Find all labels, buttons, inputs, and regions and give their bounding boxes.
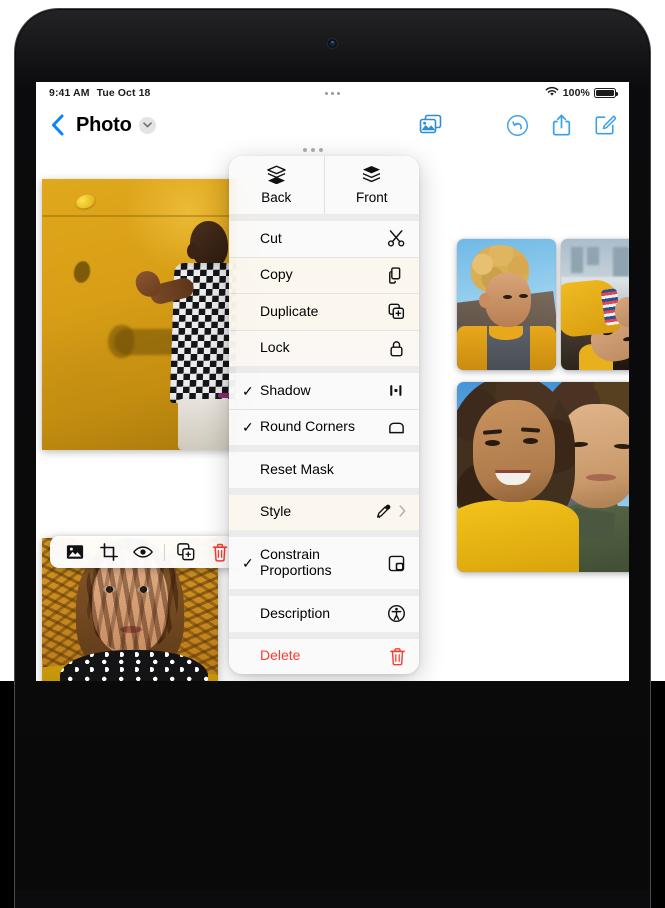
menu-group-divider [229, 530, 419, 537]
menu-group-divider [229, 487, 419, 495]
device-screen: 9:41 AM Tue Oct 18 100% Photo Back Front… [36, 82, 629, 681]
scissors-icon [387, 229, 406, 248]
menu-item-check: ✓ [242, 419, 254, 436]
image-icon [66, 545, 84, 559]
status-bar-left: 9:41 AM Tue Oct 18 [49, 87, 150, 99]
menu-item-delete[interactable]: Delete [229, 639, 419, 675]
menu-item-reset-mask[interactable]: Reset Mask [229, 452, 419, 488]
front-camera-icon [328, 39, 337, 48]
menu-item-shadow[interactable]: ✓ Shadow [229, 373, 419, 409]
element-toolbar[interactable] [50, 536, 245, 568]
menu-item-lock[interactable]: Lock [229, 330, 419, 366]
status-bar-date: Tue Oct 18 [96, 87, 151, 99]
back-button[interactable] [49, 112, 66, 138]
insert-media-button[interactable] [418, 113, 444, 142]
menu-item-label: Description [260, 604, 331, 621]
compose-button[interactable] [594, 114, 616, 136]
send-to-back-label: Back [261, 190, 292, 205]
eyedropper-icon [375, 503, 393, 521]
document-canvas[interactable]: Back Front Cut Copy Duplicate Lock ✓ Sha… [36, 146, 629, 681]
accessibility-icon [387, 604, 406, 623]
title-menu-button[interactable] [138, 116, 156, 134]
photo-yellow-jacket[interactable] [561, 239, 629, 370]
copy-documents-icon [387, 266, 406, 285]
menu-item-style[interactable]: Style [229, 494, 419, 530]
duplicate-plus-icon [387, 302, 406, 321]
menu-item-label: Shadow [260, 381, 311, 398]
menu-item-label: Style [260, 503, 292, 520]
menu-item-round-corners[interactable]: ✓ Round Corners [229, 410, 419, 446]
duplicate-button[interactable] [169, 536, 203, 568]
compose-pencil-icon [595, 115, 616, 135]
page-title: Photo [76, 113, 132, 136]
duplicate-icon [177, 543, 195, 561]
menu-item-label: Copy [260, 266, 293, 283]
status-bar-time: 9:41 AM [49, 87, 90, 99]
chevron-down-icon [142, 122, 152, 128]
send-to-back-icon [266, 165, 287, 187]
crop-mask-button[interactable] [92, 536, 126, 568]
bring-to-front-label: Front [355, 190, 388, 205]
menu-item-copy[interactable]: Copy [229, 257, 419, 293]
wifi-icon [545, 86, 559, 100]
menu-group-divider [229, 631, 419, 639]
photo-yellow-wall[interactable] [42, 179, 236, 450]
menu-item-label: Duplicate [260, 302, 319, 319]
menu-group-divider [229, 445, 419, 452]
arrange-section: Back Front [229, 156, 419, 214]
menu-item-label: Lock [260, 339, 290, 356]
menu-group-divider [229, 214, 419, 221]
media-photo-icon [419, 114, 442, 134]
bring-to-front-button[interactable]: Front [323, 156, 420, 214]
ipad-device: 9:41 AM Tue Oct 18 100% Photo Back Front… [0, 0, 665, 908]
menu-item-cut[interactable]: Cut [229, 221, 419, 257]
trash-icon [212, 543, 228, 562]
multitasking-dots-icon[interactable] [325, 91, 340, 95]
menu-item-label: Cut [260, 229, 282, 246]
status-bar-right: 100% [545, 86, 619, 100]
constrain-proportions-icon [387, 554, 406, 573]
navigation-actions [506, 113, 616, 137]
chevron-right-icon [399, 504, 406, 520]
preview-button[interactable] [126, 536, 160, 568]
undo-arrow-icon [507, 114, 528, 136]
padlock-icon [387, 339, 406, 358]
trash-icon [389, 647, 406, 666]
menu-source-dots[interactable] [303, 148, 323, 152]
toolbar-divider [164, 543, 165, 561]
bring-to-front-icon [361, 165, 382, 187]
menu-item-duplicate[interactable]: Duplicate [229, 294, 419, 330]
menu-item-label: Reset Mask [260, 460, 334, 477]
menu-item-label: Round Corners [260, 418, 355, 435]
shadow-offset-icon [387, 381, 406, 400]
menu-item-constrain-proportions[interactable]: ✓ Constrain Proportions [229, 537, 419, 589]
menu-item-check: ✓ [242, 555, 254, 571]
navigation-bar: Photo [36, 104, 629, 146]
menu-item-label: Delete [260, 647, 301, 664]
menu-group-divider [229, 589, 419, 596]
share-up-arrow-icon [552, 114, 571, 136]
menu-item-description[interactable]: Description [229, 596, 419, 632]
replace-image-button[interactable] [58, 536, 92, 568]
menu-group-divider [229, 366, 419, 373]
battery-full-icon [594, 87, 619, 99]
undo-button[interactable] [506, 114, 529, 137]
status-bar: 9:41 AM Tue Oct 18 100% [36, 82, 629, 104]
menu-item-label: Constrain Proportions [260, 546, 332, 578]
photo-friends-selfie[interactable] [457, 382, 629, 572]
rounded-rectangle-icon [387, 418, 406, 437]
crop-icon [100, 543, 118, 561]
eye-icon [133, 546, 153, 558]
chevron-left-icon [52, 114, 64, 136]
battery-percent-label: 100% [562, 87, 590, 99]
photo-curly-kid[interactable] [457, 239, 556, 370]
share-button[interactable] [551, 113, 572, 137]
menu-item-check: ✓ [242, 382, 254, 399]
send-to-back-button[interactable]: Back [229, 156, 324, 214]
context-menu[interactable]: Back Front Cut Copy Duplicate Lock ✓ Sha… [229, 156, 419, 674]
